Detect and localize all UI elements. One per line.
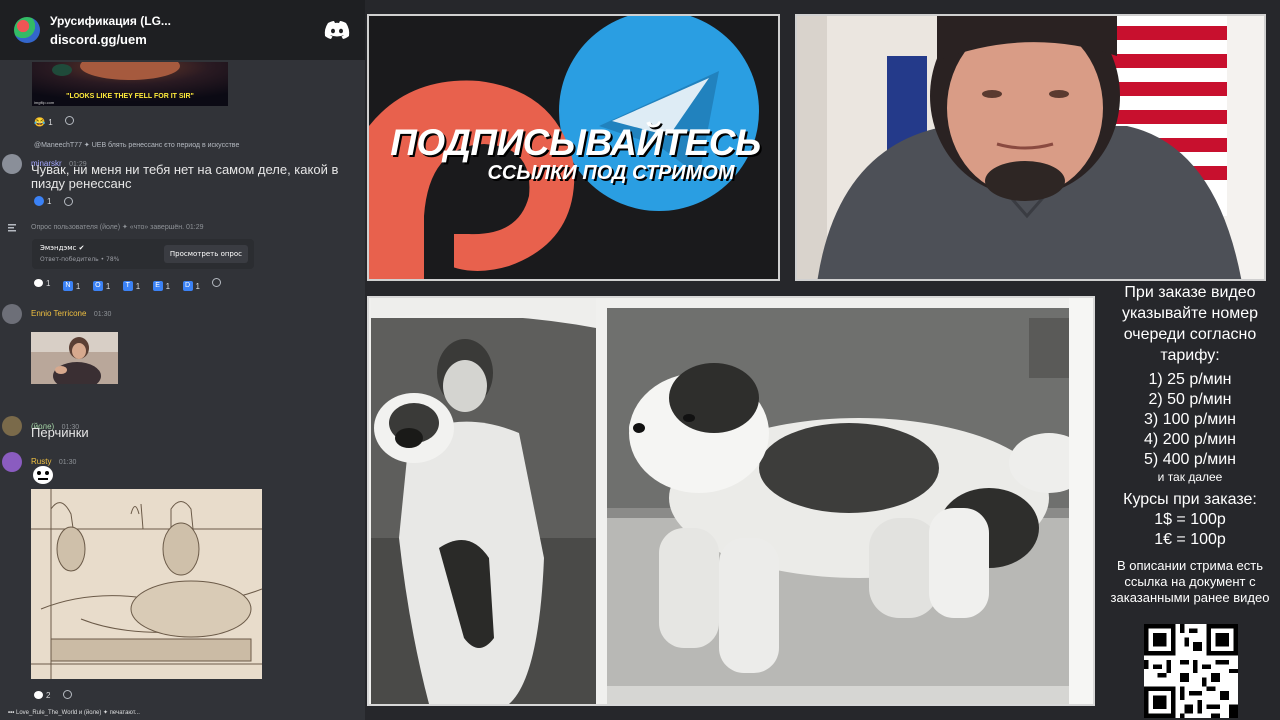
poll-card: Эмэндэмс ✔ Ответ-победитель • 78% Просмо… (32, 239, 254, 269)
tariff-etc: и так далее (1157, 470, 1223, 484)
rates-title: Курсы при заказе: (1123, 491, 1257, 508)
tariff-item: 5) 400 р/мин (1144, 451, 1236, 468)
meme-image[interactable]: "LOOKS LIKE THEY FELL FOR IT SIR" imgfli… (32, 62, 228, 106)
avatar[interactable] (2, 452, 22, 472)
add-reaction-button[interactable] (212, 278, 222, 287)
meme-message: "LOOKS LIKE THEY FELL FOR IT SIR" imgfli… (0, 60, 365, 108)
typing-indicator: ••• Love_Rule_The_World и (йоле) ✦ печат… (8, 709, 365, 716)
attached-photo[interactable] (31, 332, 118, 384)
tariff-item: 1) 25 р/мин (1148, 371, 1232, 388)
poll-winner: Эмэндэмс ✔ (40, 244, 85, 252)
letter-t-icon: T (122, 281, 133, 291)
laughing-emoji-icon: 😂 (34, 117, 46, 127)
smiley-icon (62, 690, 72, 699)
server-icon[interactable] (14, 17, 40, 43)
poll-reactions: 1 N1 O1 T1 E1 D1 (34, 274, 365, 292)
tariff-item: 4) 200 р/мин (1144, 431, 1236, 448)
reaction-letter-t[interactable]: T1 (122, 281, 140, 291)
rate-eur: 1€ = 100р (1154, 531, 1226, 548)
kangaroo-engraving-image[interactable] (31, 489, 262, 679)
reaction-letter-o[interactable]: O1 (92, 281, 110, 291)
message-minarskr: @ManeechT77 ✦ UEB блять ренессанс єто пе… (0, 139, 365, 209)
pepe-sticker[interactable] (31, 463, 55, 485)
discord-logo-icon (324, 21, 350, 39)
globe-emoji-icon (34, 196, 44, 206)
qr-code-icon[interactable] (1144, 624, 1238, 718)
tariff-item: 2) 50 р/мин (1148, 391, 1232, 408)
meme-caption: "LOOKS LIKE THEY FELL FOR IT SIR" (66, 93, 194, 100)
add-reaction-button[interactable] (65, 116, 75, 125)
avatar[interactable] (2, 304, 22, 324)
message-rusty: Rusty 01:30 2 (0, 450, 365, 705)
discord-chat-overlay: Урусификация (LG... discord.gg/uem "LOOK… (0, 0, 365, 720)
speech-bubble-icon (34, 691, 43, 699)
reaction-letter-e[interactable]: E1 (152, 281, 170, 291)
letter-n-icon: N (62, 281, 73, 291)
tariff-item: 3) 100 р/мин (1144, 411, 1236, 428)
meme-watermark: imgflip.com (34, 100, 55, 105)
discord-header: Урусификация (LG... discord.gg/uem (0, 0, 365, 60)
reaction-globe[interactable]: 1 (34, 196, 51, 206)
reaction-letter-d[interactable]: D1 (182, 281, 200, 291)
banner-subtitle: ССЫЛКИ ПОД СТРИМОМ (487, 162, 735, 184)
vintage-photo-image (369, 298, 1093, 704)
dog-costume-photo[interactable] (367, 296, 1095, 706)
smiley-icon (63, 197, 73, 206)
smiley-icon (212, 278, 222, 287)
reaction-speech[interactable]: 1 (34, 279, 50, 288)
stream-layout: Урусификация (LG... discord.gg/uem "LOOK… (0, 0, 1280, 720)
streamer-camera (797, 16, 1264, 279)
letter-d-icon: D (182, 281, 193, 291)
typing-text: Love_Rule_The_World и (йоле) ✦ печатают.… (15, 710, 140, 716)
reaction-speech[interactable]: 2 (34, 691, 50, 700)
description-note: В описании стрима есть ссылка на докумен… (1110, 558, 1270, 605)
smiley-icon (65, 116, 75, 125)
username[interactable]: Ennio Terricone (31, 309, 86, 318)
reaction-laugh[interactable]: 😂 1 (34, 117, 53, 128)
message-text: Чувак, ни меня ни тебя нет на самом деле… (31, 162, 339, 191)
avatar[interactable] (2, 416, 22, 436)
poll-system-text: Опрос пользователя (йоле) ✦ «что» заверш… (31, 224, 204, 231)
poll-winner-sub: Ответ-победитель • 78% (40, 256, 120, 263)
message-ennio: Ennio Terricone 01:30 (0, 300, 365, 390)
reaction-row-1: 😂 1 (34, 112, 365, 130)
exchange-rates: Курсы при заказе: 1$ = 100р 1€ = 100р (1100, 490, 1280, 550)
add-reaction-button[interactable] (63, 197, 73, 206)
message-text: Перчинки (31, 425, 89, 440)
avatar[interactable] (2, 154, 22, 174)
webcam-feed (795, 14, 1266, 281)
server-name: Урусификация (LG... (50, 13, 171, 28)
view-poll-button[interactable]: Просмотреть опрос (163, 245, 248, 263)
banner-title: ПОДПИСЫВАЙТЕСЬ (390, 122, 761, 163)
tariff-list: 1) 25 р/мин 2) 50 р/мин 3) 100 р/мин 4) … (1100, 370, 1280, 484)
speech-bubble-icon (34, 279, 43, 287)
rate-usd: 1$ = 100р (1154, 511, 1226, 528)
reply-preview[interactable]: @ManeechT77 ✦ UEB блять ренессанс єто пе… (34, 141, 239, 149)
subscribe-banner: ПОДПИСЫВАЙТЕСЬ ССЫЛКИ ПОД СТРИМОМ (367, 14, 780, 281)
poll-list-icon (8, 224, 16, 232)
letter-e-icon: E (152, 281, 163, 291)
timestamp: 01:30 (93, 311, 112, 318)
order-heading: При заказе видео указывайте номер очеред… (1121, 284, 1259, 364)
timestamp: 01:30 (58, 459, 77, 466)
typing-dots-icon: ••• (8, 710, 15, 716)
reaction-letter-n[interactable]: N1 (62, 281, 80, 291)
message-yole: (йоле) 01:30 Перчинки (0, 414, 365, 444)
invite-link[interactable]: discord.gg/uem (50, 32, 313, 47)
letter-o-icon: O (92, 281, 103, 291)
add-reaction-button[interactable] (62, 690, 72, 699)
